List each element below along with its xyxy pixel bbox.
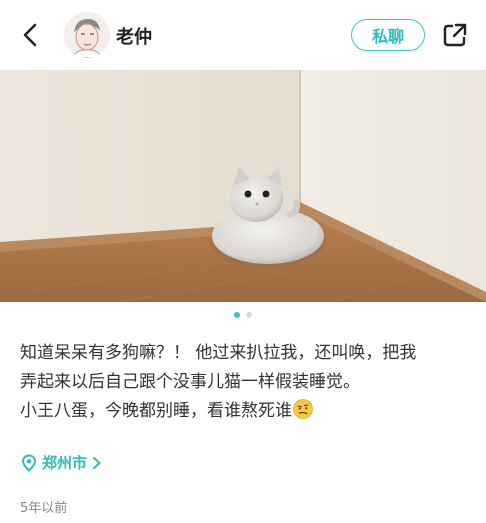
back-button[interactable] <box>16 20 46 50</box>
chevron-right-icon <box>93 456 101 469</box>
post-line: 弄起来以后自己跟个没事儿猫一样假装睡觉。 <box>20 372 360 392</box>
username[interactable]: 老仲 <box>116 23 152 49</box>
carousel-dot-active[interactable] <box>234 312 240 318</box>
post-text: 知道呆呆有多狗嘛？！ 他过来扒拉我，还叫唤，把我 弄起来以后自己跟个没事儿猫一样… <box>20 339 470 426</box>
avatar[interactable] <box>64 12 110 58</box>
carousel-indicator <box>0 312 486 320</box>
share-external-icon <box>443 23 467 47</box>
post-timestamp: 5年以前 <box>20 501 68 516</box>
private-message-button[interactable]: 私聊 <box>351 19 425 51</box>
location-pin-icon <box>21 453 37 472</box>
post-photo[interactable] <box>0 70 486 302</box>
share-button[interactable] <box>440 20 470 50</box>
chevron-left-icon <box>23 23 37 47</box>
carousel-dot[interactable] <box>246 312 252 318</box>
post-line-text: 小王八蛋，今晚都别睡，看谁熬死谁 <box>20 401 292 421</box>
location-link[interactable]: 郑州市 <box>20 452 103 473</box>
top-bar: 老仲 私聊 <box>0 0 486 70</box>
post-line: 知道呆呆有多狗嘛？！ 他过来扒拉我，还叫唤，把我 <box>20 343 417 363</box>
post-line: 小王八蛋，今晚都别睡，看谁熬死谁 <box>20 397 470 426</box>
location-text[interactable]: 郑州市 <box>42 452 87 473</box>
smirk-emoji-icon <box>293 399 313 419</box>
